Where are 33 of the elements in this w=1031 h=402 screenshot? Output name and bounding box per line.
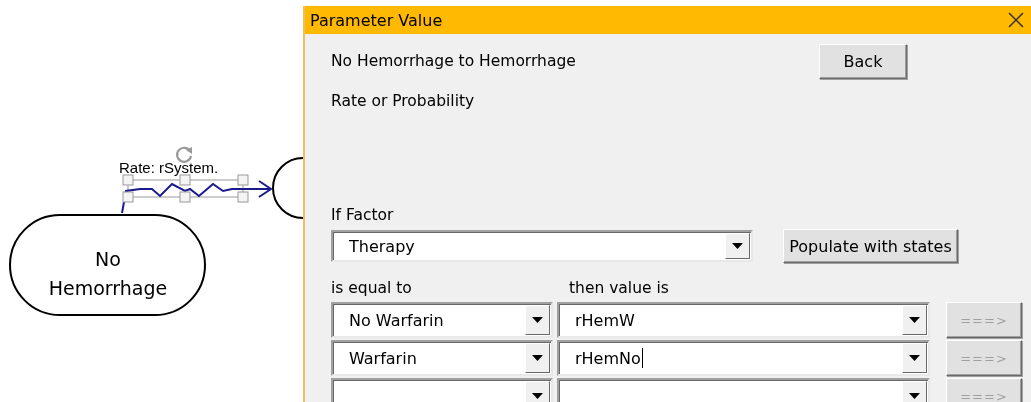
resize-handle[interactable] xyxy=(237,174,249,186)
dropdown-button[interactable] xyxy=(725,233,750,259)
column-header: then value is xyxy=(569,279,670,297)
transition-name: No Hemorrhage to Hemorrhage xyxy=(331,52,576,72)
caret-icon xyxy=(532,355,543,361)
resize-handle[interactable] xyxy=(122,191,134,203)
transition-arrow[interactable] xyxy=(121,180,273,214)
factor-label: If Factor xyxy=(331,206,394,224)
populate-button[interactable]: Populate with states xyxy=(783,229,958,263)
dropdown-field[interactable]: Therapy xyxy=(331,230,753,262)
caret-icon xyxy=(532,393,543,399)
caret-icon xyxy=(909,393,920,399)
resize-handle[interactable] xyxy=(179,191,191,203)
back-button[interactable]: Back xyxy=(819,44,907,79)
caret-icon xyxy=(532,317,543,323)
dropdown-button[interactable] xyxy=(525,343,550,373)
caret-icon xyxy=(909,317,920,323)
resize-handle[interactable] xyxy=(122,174,134,186)
dropdown-button[interactable] xyxy=(902,343,927,373)
window-title: Parameter Value xyxy=(310,10,443,30)
dropdown-button[interactable] xyxy=(525,305,550,335)
dropdown-button[interactable] xyxy=(902,381,927,402)
dropdown-button[interactable] xyxy=(525,381,550,402)
resize-handle[interactable] xyxy=(237,191,249,203)
column-header: is equal to xyxy=(331,279,413,297)
close-icon[interactable] xyxy=(1007,11,1025,29)
transition-label: Rate: rSystem. xyxy=(119,160,219,175)
resize-handle[interactable] xyxy=(179,174,191,186)
state-node xyxy=(272,157,303,219)
node-label: No Hemorrhage xyxy=(47,247,169,301)
caret-icon xyxy=(732,243,743,249)
caret-icon xyxy=(909,355,920,361)
value-type-label: Rate or Probability xyxy=(331,92,475,110)
